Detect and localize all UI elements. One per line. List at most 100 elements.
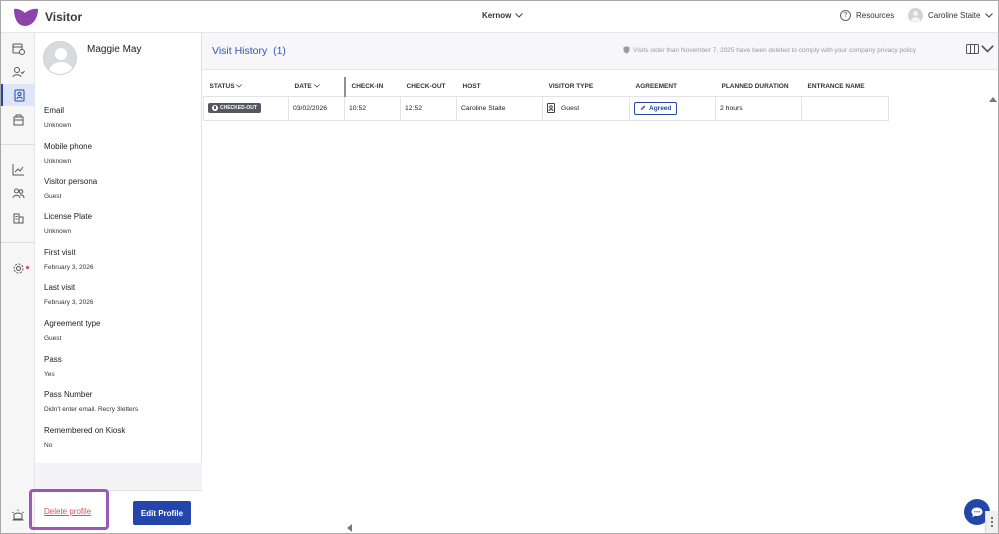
- status-badge: CHECKED-OUT: [208, 103, 261, 113]
- visit-count: (1): [273, 45, 286, 57]
- field-visitor-persona: Visitor persona Guest: [44, 177, 97, 201]
- field-value: February 3, 2026: [44, 264, 94, 271]
- field-label: Mobile phone: [44, 142, 93, 151]
- alert-bell-icon[interactable]: [11, 509, 25, 523]
- nav-schedule[interactable]: [1, 37, 35, 59]
- visit-history-header: Visit History (1) Visits older than Nove…: [202, 33, 998, 70]
- field-agreement-type: Agreement type Guest: [44, 319, 100, 343]
- user-name: Caroline Staite: [928, 11, 981, 20]
- field-value: Yes: [44, 371, 55, 378]
- field-value: No: [44, 442, 53, 449]
- visitor-name: Maggie May: [87, 44, 142, 55]
- guest-badge-icon: [547, 103, 555, 113]
- field-email: Email Unknown: [44, 106, 71, 130]
- location-name: Kernow: [482, 11, 512, 20]
- field-mobile-phone: Mobile phone Unknown: [44, 142, 92, 166]
- building-icon: [13, 213, 23, 223]
- table-row[interactable]: CHECKED-OUT 03/02/2026 10:52 12:52 Carol…: [203, 95, 889, 121]
- field-license-plate: License Plate Unknown: [44, 212, 92, 236]
- column-header-agreement: AGREEMENT: [629, 77, 716, 97]
- nav-visitor-profiles[interactable]: [1, 84, 35, 106]
- scroll-left-arrow[interactable]: [347, 524, 352, 532]
- field-label: Pass: [44, 355, 62, 364]
- visitor-logo-icon: [14, 8, 38, 26]
- column-settings-button[interactable]: [966, 44, 994, 54]
- scroll-up-arrow[interactable]: [989, 97, 997, 102]
- field-label: Visitor persona: [44, 177, 98, 186]
- field-label: License Plate: [44, 212, 93, 221]
- chevron-down-icon: [981, 45, 994, 53]
- analytics-icon: [12, 163, 24, 175]
- field-label: Agreement type: [44, 319, 101, 328]
- location-selector[interactable]: Kernow: [482, 11, 524, 20]
- field-value: Unknown: [44, 122, 72, 129]
- column-header-check-in: CHECK-IN: [344, 77, 401, 97]
- columns-icon: [966, 44, 979, 54]
- calendar-clock-icon: [12, 43, 25, 55]
- visitor-type-cell: Guest: [542, 95, 630, 121]
- check-out-cell: 12:52: [400, 95, 457, 121]
- user-check-icon: [12, 66, 25, 77]
- privacy-notice: Visits older than November 7, 2025 have …: [623, 46, 916, 54]
- nav-deliveries[interactable]: [1, 108, 35, 130]
- field-label: Email: [44, 106, 65, 115]
- column-header-planned-duration: PLANNED DURATION: [715, 77, 802, 97]
- resources-label: Resources: [856, 11, 895, 20]
- agreed-button[interactable]: Agreed: [634, 101, 678, 115]
- field-value: Unknown: [44, 228, 72, 235]
- visitor-avatar: [43, 41, 77, 75]
- privacy-text: Visits older than November 7, 2025 have …: [633, 46, 917, 54]
- column-header-host: HOST: [456, 77, 543, 97]
- column-header-status[interactable]: STATUS: [203, 77, 289, 97]
- more-options-button[interactable]: [985, 511, 998, 533]
- field-label: Remembered on Kiosk: [44, 426, 126, 435]
- user-menu[interactable]: Caroline Staite: [908, 8, 994, 23]
- notification-dot: [26, 266, 29, 269]
- chevron-down-icon: [985, 13, 994, 18]
- profile-details: Maggie May Email Unknown Mobile phone Un…: [35, 33, 202, 463]
- user-avatar: [908, 8, 923, 23]
- column-header-visitor-type: VISITOR TYPE: [542, 77, 630, 97]
- app-window: Visitor Kernow ? Resources Caroline Stai…: [0, 0, 999, 534]
- field-label: Last visit: [44, 283, 76, 292]
- field-label: Pass Number: [44, 390, 93, 399]
- column-header-date[interactable]: DATE: [288, 77, 346, 97]
- column-header-check-out: CHECK-OUT: [400, 77, 457, 97]
- top-bar: Visitor Kernow ? Resources Caroline Stai…: [1, 1, 998, 33]
- nav-settings[interactable]: [1, 257, 35, 279]
- settings-icon: [13, 263, 23, 273]
- nav-analytics[interactable]: [1, 158, 35, 180]
- field-pass: Pass Yes: [44, 355, 62, 379]
- nav-users[interactable]: [1, 182, 35, 204]
- entrance-name-cell: [801, 95, 889, 121]
- chevron-down-icon: [236, 83, 243, 88]
- visitor-profile-panel: Maggie May Email Unknown Mobile phone Un…: [35, 33, 202, 533]
- rail-divider: [1, 242, 35, 243]
- date-cell: 03/02/2026: [288, 95, 345, 121]
- field-value: Guest: [44, 335, 62, 342]
- help-icon: ?: [840, 10, 851, 21]
- profile-spacer: [35, 463, 202, 490]
- visitor-badge-icon: [14, 89, 24, 101]
- visitor-type-value: Guest: [561, 104, 580, 112]
- field-remembered-on-kiosk: Remembered on Kiosk No: [44, 426, 125, 450]
- field-last-visit: Last visit February 3, 2026: [44, 283, 94, 307]
- host-cell: Caroline Staite: [456, 95, 543, 121]
- edit-profile-button[interactable]: Edit Profile: [133, 501, 191, 525]
- field-label: First visit: [44, 248, 76, 257]
- field-value: Didn't enter email. Recry 3letters: [44, 406, 139, 413]
- visit-history-panel: Visit History (1) Visits older than Nove…: [202, 33, 998, 533]
- app-logo[interactable]: Visitor: [13, 7, 82, 27]
- visit-history-title: Visit History (1): [212, 45, 286, 57]
- check-in-cell: 10:52: [344, 95, 401, 121]
- resources-link[interactable]: ? Resources: [840, 10, 894, 21]
- rail-divider: [1, 144, 35, 145]
- app-name: Visitor: [45, 10, 83, 24]
- delete-profile-highlight: [29, 489, 109, 530]
- chevron-down-icon: [515, 13, 524, 18]
- nav-visitors[interactable]: [1, 61, 35, 83]
- nav-locations[interactable]: [1, 206, 35, 228]
- status-cell: CHECKED-OUT: [203, 95, 289, 121]
- users-icon: [12, 188, 24, 198]
- column-header-entrance-name: ENTRANCE NAME: [801, 77, 889, 97]
